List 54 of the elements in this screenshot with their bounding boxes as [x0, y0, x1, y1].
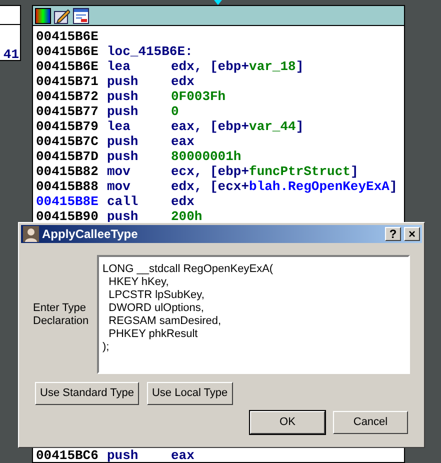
- dialog-title: ApplyCalleeType: [42, 226, 139, 243]
- address-text: 00415B77: [36, 104, 100, 119]
- instruction-text: mov: [107, 179, 132, 194]
- instruction-text: push: [107, 74, 140, 89]
- address-text: 00415B7C: [36, 134, 100, 149]
- instruction-text: lea: [107, 119, 132, 134]
- field-label: Enter Type Declaration: [33, 302, 90, 328]
- operand-text: 0F003Fh: [171, 89, 226, 104]
- address-text: 00415B90: [36, 209, 100, 224]
- avatar-icon: [23, 226, 39, 242]
- operand-text: edx: [171, 194, 194, 209]
- instruction-text: push: [107, 149, 140, 164]
- address-text: 00415B72: [36, 89, 100, 104]
- arrow-icon: [213, 0, 223, 6]
- help-button[interactable]: ?: [385, 227, 401, 241]
- instruction-text: push: [107, 448, 140, 463]
- operand-text: ecx, [ebp+funcPtrStruct]: [171, 164, 358, 179]
- operand-text: edx, [ebp+var_18]: [171, 59, 304, 74]
- code-text: 41: [3, 47, 19, 62]
- operand-text: eax, [ebp+var_44]: [171, 119, 304, 134]
- declaration-field[interactable]: LONG __stdcall RegOpenKeyExA( HKEY hKey, LPCSTR lpSubKey, DWORD ulOptions, REGSAM samDesired, PHKEY phkResult );: [96, 255, 410, 374]
- address-text: 00415B6E: [36, 59, 100, 74]
- pencil-icon[interactable]: [54, 8, 70, 24]
- operand-text: edx, [ecx+blah.RegOpenKeyExA]: [171, 179, 398, 194]
- instruction-text: push: [107, 134, 140, 149]
- instruction-text: push: [107, 89, 140, 104]
- operand-text: 0: [171, 104, 179, 119]
- dialog-button[interactable]: Use Standard Type: [35, 382, 139, 405]
- address-text: 00415B71: [36, 74, 100, 89]
- dialog-button[interactable]: Use Local Type: [146, 382, 233, 405]
- address-text: 00415B88: [36, 179, 100, 194]
- instruction-text: push: [107, 104, 140, 119]
- instruction-text: mov: [107, 164, 132, 179]
- window-icon[interactable]: [73, 8, 89, 24]
- address-text: 00415B79: [36, 119, 100, 134]
- address-text: 00415B7D: [36, 149, 100, 164]
- operand-text: 80000001h: [171, 149, 242, 164]
- operand-text: eax: [171, 134, 194, 149]
- address-text: 00415B82: [36, 164, 100, 179]
- instruction-text: lea: [107, 59, 132, 74]
- dialog-button[interactable]: OK: [250, 411, 325, 434]
- close-button[interactable]: ×: [404, 227, 420, 241]
- address-text: 00415B6E: [36, 44, 100, 59]
- color-palette-icon[interactable]: [35, 8, 51, 24]
- address-text: 00415B8E: [36, 194, 100, 209]
- operand-text: eax: [171, 448, 194, 463]
- dialog-button[interactable]: Cancel: [333, 411, 408, 434]
- instruction-text: call: [107, 194, 140, 209]
- instruction-text: loc_415B6E:: [107, 44, 193, 59]
- instruction-text: push: [107, 209, 140, 224]
- operand-text: edx: [171, 74, 194, 89]
- address-text: 00415BC6: [36, 448, 100, 463]
- address-text: 00415B6E: [36, 29, 100, 44]
- operand-text: 200h: [171, 209, 202, 224]
